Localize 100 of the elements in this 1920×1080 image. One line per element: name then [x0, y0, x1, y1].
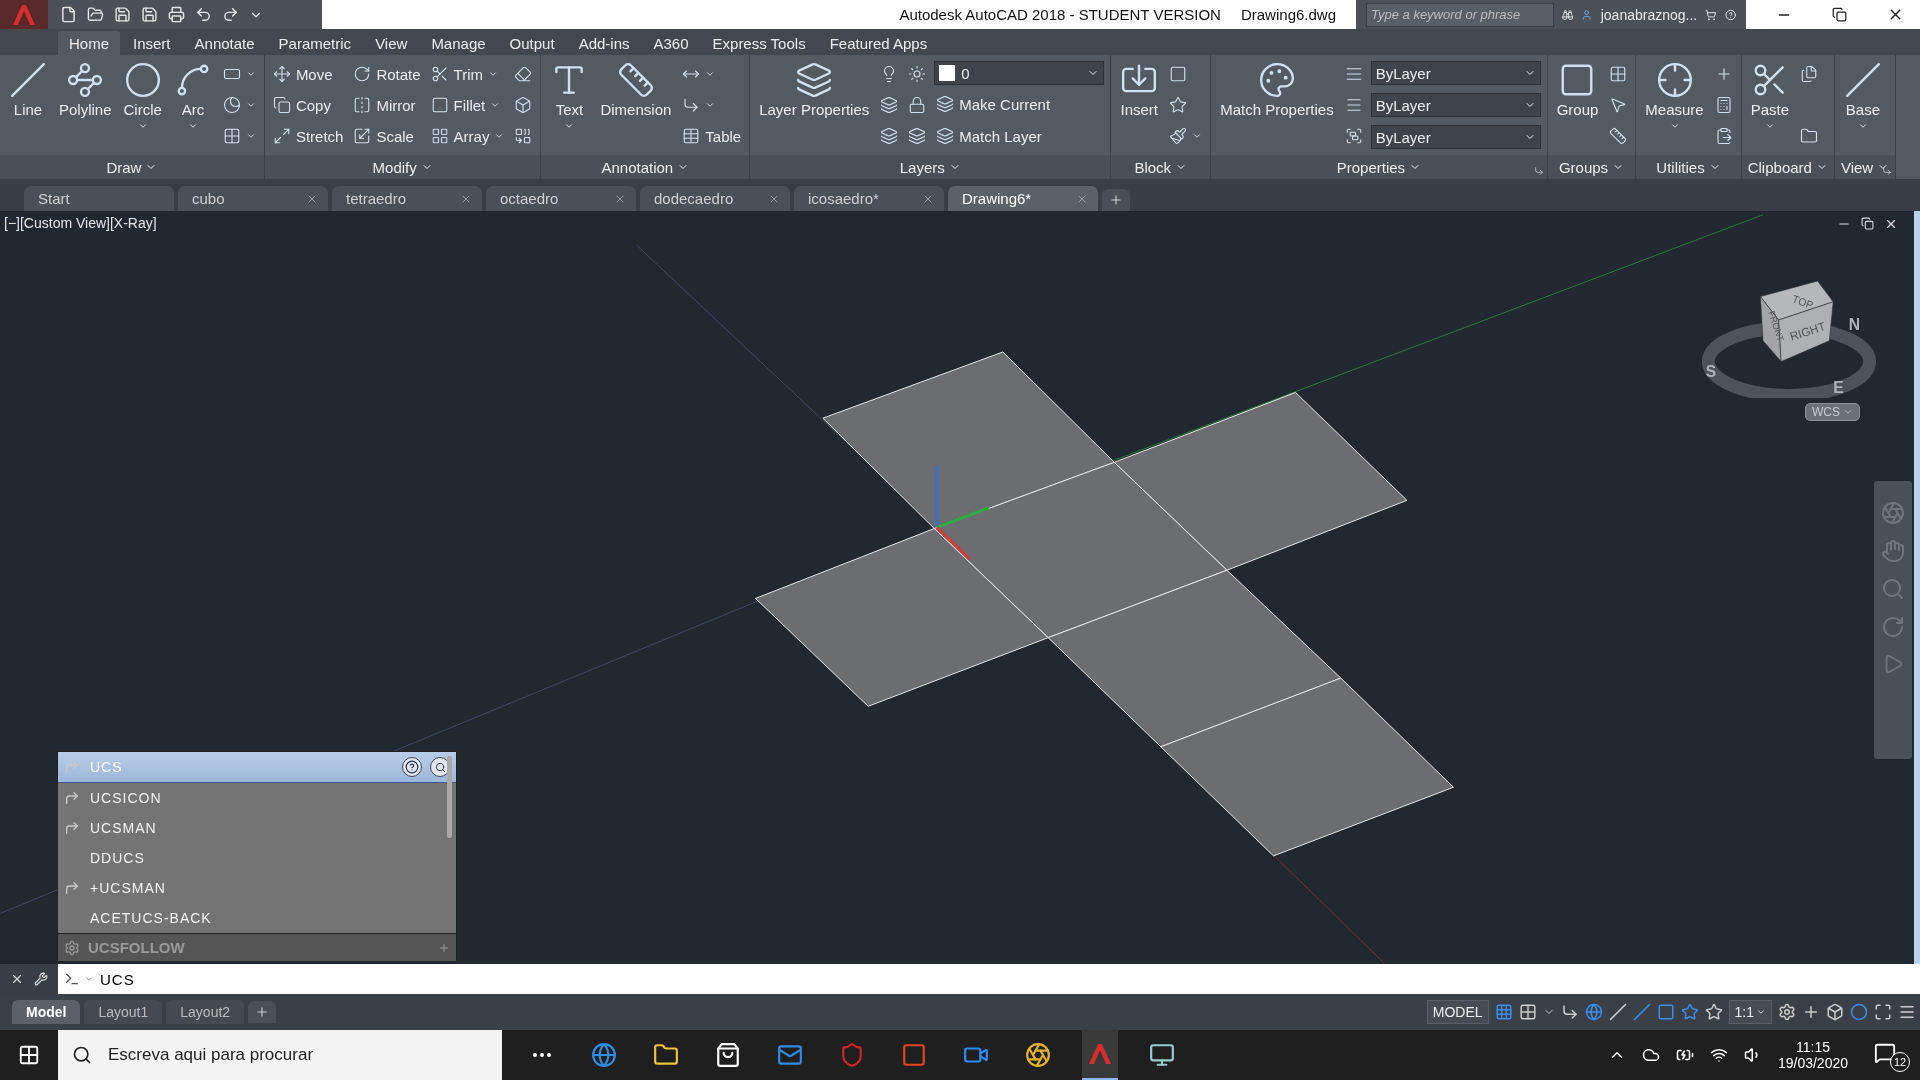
layout-tab[interactable]: Model: [12, 1000, 81, 1024]
ribbon-tool[interactable]: Mirror: [351, 92, 423, 118]
launcher-icon[interactable]: [1882, 166, 1893, 176]
settings-icon[interactable]: [1778, 1003, 1796, 1021]
panel-title[interactable]: Block: [1128, 157, 1194, 177]
close-icon[interactable]: [1884, 217, 1898, 231]
ribbon-tab[interactable]: Express Tools: [701, 31, 817, 55]
user-name[interactable]: joanabraznog...: [1600, 6, 1698, 23]
taskbar-search[interactable]: Escreva aqui para procurar: [58, 1030, 502, 1080]
panel-title[interactable]: Utilities: [1650, 157, 1727, 177]
save-icon[interactable]: [114, 6, 131, 23]
ribbon-tool[interactable]: Make Current: [934, 91, 1105, 117]
scrollbar-thumb[interactable]: [447, 756, 452, 838]
file-tab[interactable]: cubo: [178, 186, 328, 211]
ribbon-tool[interactable]: Insert: [1117, 59, 1162, 151]
file-tab[interactable]: icosaedro*: [794, 186, 944, 211]
add-layout-button[interactable]: [248, 1001, 277, 1023]
grid-icon[interactable]: [1494, 1003, 1513, 1021]
ribbon-tool[interactable]: Base: [1840, 59, 1885, 151]
ribbon-tool[interactable]: Polyline: [56, 59, 115, 151]
ribbon-tool[interactable]: Table: [680, 123, 744, 149]
ribbon-tab[interactable]: Home: [58, 31, 120, 55]
ribbon-tool[interactable]: Copy: [270, 92, 346, 118]
panel-title[interactable]: Draw: [100, 157, 164, 177]
printer-icon[interactable]: [168, 6, 185, 23]
ribbon-tool[interactable]: Match Layer: [934, 123, 1105, 149]
notification-icon[interactable]: [1874, 1042, 1896, 1064]
add-tab-button[interactable]: [1102, 189, 1130, 211]
restore-icon[interactable]: [1861, 217, 1874, 230]
ribbon-tool[interactable]: Fillet: [428, 92, 507, 118]
clock-date[interactable]: 19/03/2020: [1777, 1055, 1848, 1071]
ribbon-tool[interactable]: Circle: [120, 59, 165, 151]
panel-title[interactable]: Modify: [366, 157, 439, 177]
wifi-icon[interactable]: [1709, 1046, 1728, 1064]
viewport-label[interactable]: [−][Custom View][X-Ray]: [4, 215, 157, 231]
panel-title[interactable]: Properties: [1330, 157, 1428, 177]
layout-tab[interactable]: Layout1: [84, 1000, 163, 1024]
ribbon-tab[interactable]: Featured Apps: [818, 31, 939, 55]
ribbon-tool[interactable]: Dimension: [597, 59, 675, 151]
ucs-menu-button[interactable]: WCS: [1805, 403, 1860, 421]
ribbon-tab[interactable]: Insert: [122, 31, 182, 55]
ribbon-tool[interactable]: Move: [270, 61, 346, 87]
ribbon-tool[interactable]: Stretch: [270, 123, 346, 149]
scale-button[interactable]: 1:1: [1728, 1000, 1772, 1024]
open-folder-icon[interactable]: [87, 6, 104, 23]
ribbon-tool[interactable]: Trim: [428, 61, 507, 87]
ribbon-tab[interactable]: Annotate: [183, 31, 266, 55]
file-tab[interactable]: Start: [24, 186, 174, 211]
ribbon-tool[interactable]: Array: [428, 123, 507, 149]
search-icon[interactable]: [430, 757, 450, 777]
ribbon-tool[interactable]: Scale: [351, 123, 423, 149]
panel-title[interactable]: Groups: [1552, 157, 1631, 177]
file-tab[interactable]: Drawing6*: [948, 186, 1098, 211]
ribbon-tool[interactable]: Line: [6, 59, 50, 151]
layout-tab[interactable]: Layout2: [166, 1000, 245, 1024]
view-cube-drawing[interactable]: [1760, 281, 1834, 362]
panel-title[interactable]: View: [1834, 157, 1896, 177]
property-dropdown[interactable]: 0: [934, 61, 1105, 85]
launcher-icon[interactable]: [1533, 166, 1544, 176]
ribbon-tool[interactable]: Arc: [170, 59, 215, 151]
redo-icon[interactable]: [222, 6, 239, 23]
file-tab[interactable]: tetraedro: [332, 186, 482, 211]
clock-time[interactable]: 11:15: [1795, 1039, 1830, 1055]
ribbon-tool[interactable]: Text: [547, 59, 592, 151]
help-icon[interactable]: [402, 757, 422, 777]
autocomplete-item[interactable]: UCSMAN: [58, 813, 456, 843]
file-tab[interactable]: dodecaedro: [640, 186, 790, 211]
ribbon-tool[interactable]: Match Properties: [1217, 59, 1337, 151]
fullscreen-icon[interactable]: [1874, 1003, 1892, 1021]
save-as-icon[interactable]: [141, 6, 158, 23]
menu-icon[interactable]: [1898, 1003, 1916, 1021]
file-tab[interactable]: octaedro: [486, 186, 636, 211]
panel-title[interactable]: Annotation: [595, 157, 696, 177]
ribbon-tab[interactable]: Manage: [420, 31, 497, 55]
autocomplete-item[interactable]: UCSICON: [58, 783, 456, 813]
ribbon-tool[interactable]: Paste: [1747, 59, 1793, 151]
taskbar-search-field[interactable]: Escreva aqui para procurar: [106, 1044, 502, 1066]
new-file-icon[interactable]: [60, 6, 77, 23]
ribbon-tool[interactable]: Measure: [1642, 59, 1707, 151]
plus-icon[interactable]: [1802, 1003, 1820, 1021]
ribbon-tab[interactable]: View: [364, 31, 419, 55]
ribbon-tab[interactable]: Add-ins: [567, 31, 641, 55]
model-space-button[interactable]: MODEL: [1426, 1000, 1489, 1024]
undo-icon[interactable]: [195, 6, 212, 23]
cloud-icon[interactable]: [1641, 1046, 1660, 1064]
panel-title[interactable]: Clipboard: [1741, 157, 1834, 177]
ribbon-tab[interactable]: A360: [642, 31, 700, 55]
ribbon-tab[interactable]: Parametric: [267, 31, 363, 55]
restore-icon[interactable]: [1832, 7, 1847, 22]
ribbon-tool[interactable]: Layer Properties: [756, 59, 873, 151]
wrench-icon[interactable]: [34, 971, 48, 987]
autocomplete-item[interactable]: DDUCS: [58, 843, 456, 873]
autocomplete-item[interactable]: ACETUCS-BACK: [58, 903, 456, 933]
ribbon-tool[interactable]: Group: [1553, 59, 1602, 151]
autocomplete-item[interactable]: +UCSMAN: [58, 873, 456, 903]
search-field[interactable]: Type a keyword or phrase: [1366, 2, 1554, 27]
property-dropdown[interactable]: ByLayer: [1370, 93, 1541, 117]
property-dropdown[interactable]: ByLayer: [1370, 125, 1541, 149]
ribbon-tool[interactable]: Rotate: [351, 61, 423, 87]
panel-title[interactable]: Layers: [893, 157, 967, 177]
